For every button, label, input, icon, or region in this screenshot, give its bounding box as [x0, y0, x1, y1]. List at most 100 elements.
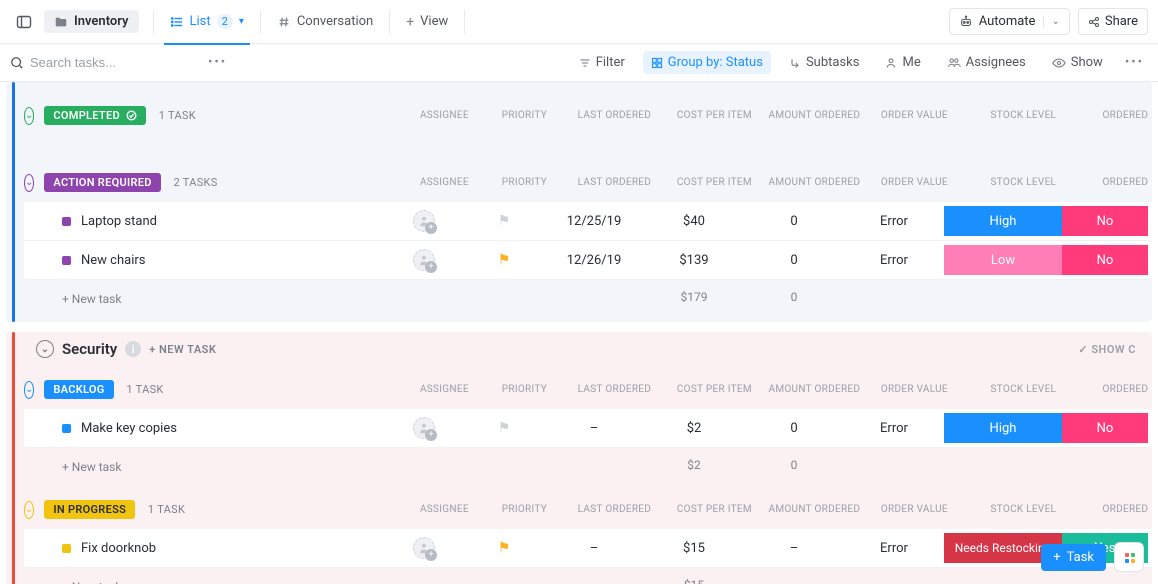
chevron-down-icon[interactable]: ⌄ [1043, 16, 1059, 27]
stock-badge[interactable]: Low [944, 245, 1062, 275]
col-order-value: ORDER VALUE [864, 500, 964, 519]
col-assignee: ASSIGNEE [404, 173, 484, 192]
tab-list-badge: 2 [217, 14, 233, 29]
group-subtotal-row: + New task $15 [24, 568, 1152, 584]
new-task-row[interactable]: + New task [24, 574, 384, 584]
robot-icon [959, 15, 973, 29]
ordered-badge[interactable]: No [1062, 413, 1148, 443]
new-task-button[interactable]: + Task [1041, 544, 1106, 571]
body-scroll[interactable]: ⌄ COMPLETED 1 TASK ASSIGNEE PRIORITY LAS… [0, 82, 1158, 584]
search-wrap [10, 55, 190, 70]
last-ordered-value: – [544, 533, 644, 563]
group-header: ⌄ BACKLOG 1 TASK ASSIGNEE PRIORITY LAST … [24, 370, 1152, 409]
status-chip[interactable]: ACTION REQUIRED [44, 173, 160, 192]
collapse-group-button[interactable]: ⌄ [24, 501, 34, 519]
subtasks-button[interactable]: Subtasks [781, 51, 868, 74]
collapse-group-button[interactable]: ⌄ [24, 174, 34, 192]
flag-icon[interactable]: ⚑ [498, 420, 511, 436]
task-count: 1 TASK [126, 383, 163, 396]
assignee-add-button[interactable] [413, 417, 435, 439]
col-assignee: ASSIGNEE [404, 500, 484, 519]
col-last-ordered: LAST ORDERED [564, 106, 664, 125]
assignee-add-button[interactable] [413, 249, 435, 271]
task-count: 2 TASKS [174, 176, 218, 189]
tab-list-label: List [190, 14, 211, 29]
stock-badge[interactable]: High [944, 413, 1062, 443]
me-button[interactable]: Me [877, 51, 928, 74]
status-chip[interactable]: BACKLOG [44, 380, 113, 399]
folder-title: Inventory [74, 14, 129, 29]
tab-add-view[interactable]: + View [394, 0, 460, 44]
group-header: ⌄ ACTION REQUIRED 2 TASKS ASSIGNEE PRIOR… [24, 163, 1152, 202]
tab-list[interactable]: List 2 ▾ [158, 0, 256, 44]
status-chip[interactable]: COMPLETED [44, 106, 146, 125]
person-icon [885, 57, 897, 69]
top-bar: Inventory List 2 ▾ Conversation + View A… [0, 0, 1158, 44]
col-order-value: ORDER VALUE [864, 380, 964, 399]
col-amount: AMOUNT ORDERED [764, 380, 864, 399]
more-options-button[interactable]: ••• [1121, 55, 1148, 70]
flag-icon[interactable]: ⚑ [498, 540, 511, 556]
share-button[interactable]: Share [1078, 8, 1148, 35]
col-assignee: ASSIGNEE [404, 106, 484, 125]
apps-button[interactable] [1114, 542, 1144, 572]
search-more-button[interactable]: ••• [208, 55, 227, 70]
show-button[interactable]: Show [1044, 51, 1111, 74]
new-task-link[interactable]: + NEW TASK [149, 343, 216, 356]
view-tabs: List 2 ▾ Conversation + View [153, 0, 466, 44]
task-row[interactable]: Make key copies ⚑ – $2 0 Error High No [24, 409, 1152, 448]
collapse-sidebar-button[interactable] [10, 8, 38, 36]
eye-icon [1052, 57, 1066, 69]
ordered-badge[interactable]: No [1062, 245, 1148, 275]
order-value: Error [844, 206, 944, 236]
tab-conversation[interactable]: Conversation [265, 0, 385, 44]
flag-icon[interactable]: ⚑ [498, 252, 511, 268]
order-value: Error [844, 413, 944, 443]
show-label: Show [1071, 55, 1103, 70]
flag-icon[interactable]: ⚑ [498, 213, 511, 229]
task-row[interactable]: New chairs ⚑ 12/26/19 $139 0 Error Low N… [24, 241, 1152, 280]
col-stock: STOCK LEVEL [964, 380, 1082, 399]
collapse-group-button[interactable]: ⌄ [24, 381, 34, 399]
status-chip[interactable]: IN PROGRESS [44, 500, 135, 519]
new-task-row[interactable] [24, 141, 384, 149]
order-value: Error [844, 245, 944, 275]
last-ordered-value: – [544, 413, 644, 443]
folder-chip[interactable]: Inventory [44, 10, 139, 33]
info-icon[interactable]: i [125, 341, 141, 357]
new-task-row[interactable]: + New task [24, 286, 384, 308]
assignee-add-button[interactable] [413, 210, 435, 232]
automate-button[interactable]: Automate ⌄ [949, 8, 1070, 35]
status-group: ⌄ BACKLOG 1 TASK ASSIGNEE PRIORITY LAST … [24, 370, 1152, 482]
assignees-button[interactable]: Assignees [939, 51, 1034, 74]
collapse-list-button[interactable]: ⌄ [36, 340, 54, 358]
collapse-group-button[interactable]: ⌄ [24, 107, 34, 125]
assignee-add-button[interactable] [413, 537, 435, 559]
cost-value: $15 [644, 533, 744, 563]
amount-value: 0 [744, 206, 844, 236]
stock-badge[interactable]: High [944, 206, 1062, 236]
col-priority: PRIORITY [484, 380, 564, 399]
status-square-icon [62, 256, 71, 265]
new-task-row[interactable]: + New task [24, 454, 384, 476]
floating-actions: + Task [1041, 542, 1144, 572]
task-name: Laptop stand [81, 214, 157, 229]
amount-value: 0 [744, 245, 844, 275]
search-input[interactable] [30, 55, 190, 70]
col-ordered: ORDERED [1082, 500, 1158, 519]
folder-icon [54, 15, 68, 29]
subtasks-icon [789, 57, 801, 69]
ordered-badge[interactable]: No [1062, 206, 1148, 236]
task-row[interactable]: Fix doorknob ⚑ – $15 – Error Needs Resto… [24, 529, 1152, 568]
status-group: ⌄ IN PROGRESS 1 TASK ASSIGNEE PRIORITY L… [24, 490, 1152, 584]
show-closed-toggle[interactable]: ✓ SHOW C [1078, 343, 1140, 356]
task-count: 1 TASK [159, 109, 196, 122]
col-priority: PRIORITY [484, 500, 564, 519]
filter-button[interactable]: Filter [571, 51, 633, 74]
col-amount: AMOUNT ORDERED [764, 106, 864, 125]
status-group: ⌄ ACTION REQUIRED 2 TASKS ASSIGNEE PRIOR… [24, 163, 1152, 314]
filter-bar: ••• Filter Group by: Status Subtasks Me … [0, 44, 1158, 82]
group-by-button[interactable]: Group by: Status [643, 51, 771, 74]
task-row[interactable]: Laptop stand ⚑ 12/25/19 $40 0 Error High… [24, 202, 1152, 241]
col-priority: PRIORITY [484, 173, 564, 192]
